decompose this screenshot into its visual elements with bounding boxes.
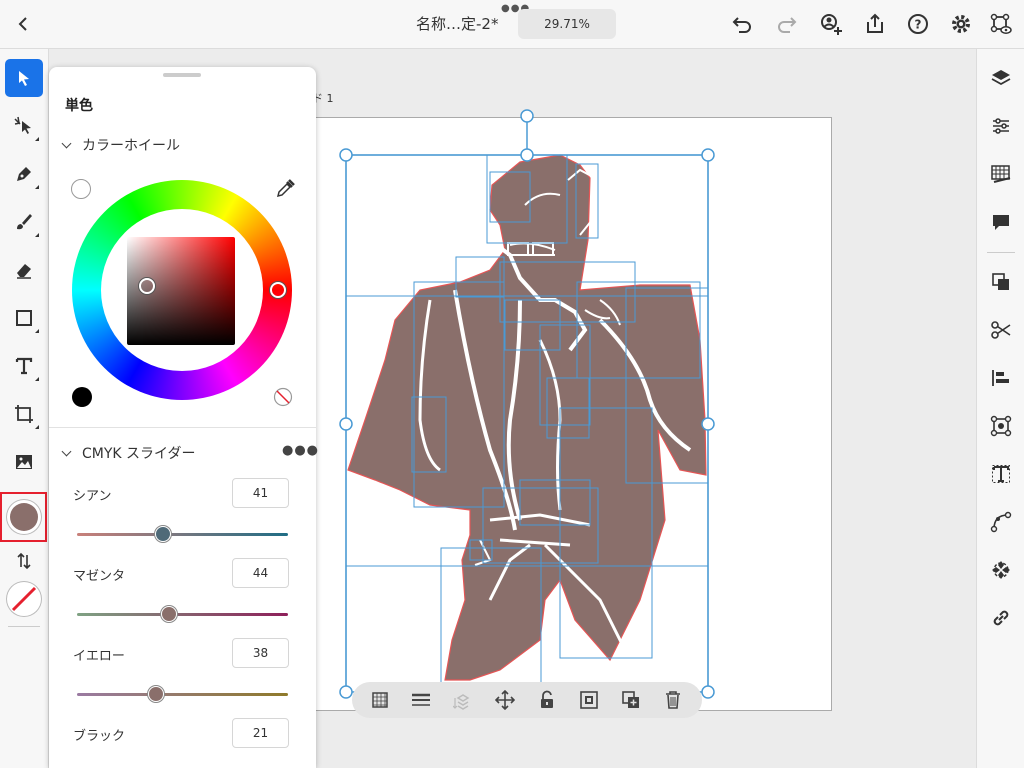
magenta-label: マゼンタ xyxy=(73,569,126,584)
cyan-slider-track[interactable] xyxy=(77,533,288,536)
move-icon[interactable] xyxy=(493,688,517,712)
yellow-slider-track[interactable] xyxy=(77,693,288,696)
unlock-icon[interactable] xyxy=(535,688,559,712)
image-trace-icon[interactable] xyxy=(989,414,1013,438)
layers-icon[interactable] xyxy=(989,66,1013,90)
stroke-weight-icon[interactable] xyxy=(409,688,433,712)
cyan-value-field[interactable]: 41 xyxy=(232,478,289,508)
yellow-value-field[interactable]: 38 xyxy=(232,638,289,668)
yellow-slider-thumb[interactable] xyxy=(148,686,164,702)
black-label: ブラック xyxy=(73,729,126,744)
comments-icon[interactable] xyxy=(989,210,1013,234)
mask-icon[interactable] xyxy=(577,688,601,712)
color-wheel-section-header[interactable]: カラーホイール xyxy=(59,135,180,155)
cyan-label: シアン xyxy=(73,489,112,504)
pathfinder-icon[interactable] xyxy=(989,270,1013,294)
scissors-icon[interactable] xyxy=(989,318,1013,342)
magenta-slider-thumb[interactable] xyxy=(161,606,177,622)
repeat-icon[interactable] xyxy=(989,558,1013,582)
panel-grabber[interactable] xyxy=(163,73,201,77)
chevron-down-icon xyxy=(61,446,72,457)
black-swatch[interactable] xyxy=(72,387,92,407)
grid-icon[interactable] xyxy=(989,162,1013,186)
black-value-field[interactable]: 21 xyxy=(232,718,289,748)
color-panel: 単色 カラーホイール CMYK スライダー ●●● シアン 41 マゼンタ 44… xyxy=(49,67,319,768)
delete-icon[interactable] xyxy=(661,688,685,712)
panel-title: 単色 xyxy=(65,98,93,114)
cmyk-section-label: CMYK スライダー xyxy=(82,446,196,462)
right-toolbar xyxy=(976,49,1024,768)
align-icon[interactable] xyxy=(989,366,1013,390)
eyedropper-icon[interactable] xyxy=(275,179,295,199)
character-icon[interactable] xyxy=(989,462,1013,486)
path-anchor-icon[interactable] xyxy=(989,510,1013,534)
magenta-value-field[interactable]: 44 xyxy=(232,558,289,588)
link-icon[interactable] xyxy=(989,606,1013,630)
color-wheel-section-label: カラーホイール xyxy=(82,138,180,154)
more-options-icon[interactable]: ●●● xyxy=(282,443,319,458)
none-color-icon[interactable] xyxy=(273,387,293,407)
yellow-label: イエロー xyxy=(73,649,125,664)
arrange-icon[interactable] xyxy=(451,688,475,712)
white-swatch[interactable] xyxy=(71,179,91,199)
magenta-slider-track[interactable] xyxy=(77,613,288,616)
cmyk-section-header[interactable]: CMYK スライダー xyxy=(59,443,195,463)
hue-picker-handle[interactable] xyxy=(270,282,286,298)
cyan-slider-thumb[interactable] xyxy=(155,526,171,542)
contextual-task-bar xyxy=(352,682,702,718)
transparency-icon[interactable] xyxy=(368,688,392,712)
chevron-down-icon xyxy=(61,138,72,149)
rotate-handle xyxy=(520,109,534,123)
properties-icon[interactable] xyxy=(989,114,1013,138)
duplicate-icon[interactable] xyxy=(619,688,643,712)
saturation-picker-handle[interactable] xyxy=(139,278,155,294)
